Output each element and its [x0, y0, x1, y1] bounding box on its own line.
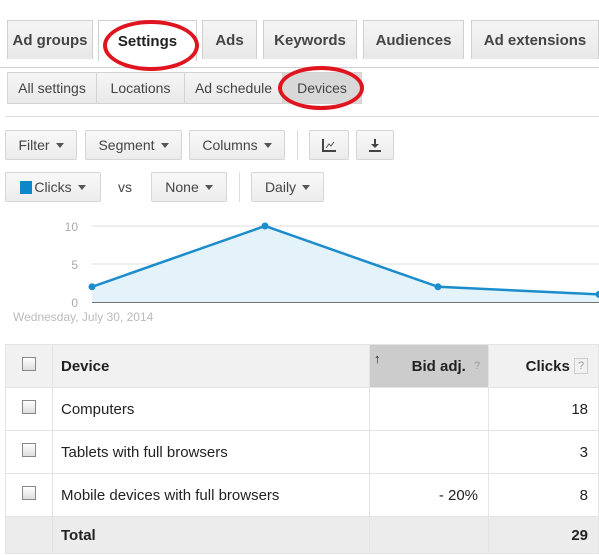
- subtab-locations[interactable]: Locations: [96, 72, 185, 104]
- data-point: [261, 222, 269, 230]
- device-cell: Mobile devices with full browsers: [52, 473, 370, 517]
- chart-toggle-button[interactable]: [309, 130, 349, 160]
- toolbar-separator: [297, 130, 298, 160]
- device-cell: Computers: [52, 387, 370, 431]
- filter-button[interactable]: Filter: [5, 130, 77, 160]
- tab-keywords[interactable]: Keywords: [263, 20, 357, 59]
- total-row: Total 29: [5, 516, 599, 554]
- caret-down-icon: [302, 184, 311, 190]
- column-header-clicks[interactable]: Clicks ?: [488, 344, 599, 388]
- total-label: Total: [52, 516, 370, 554]
- arrow-up-icon: ↑: [374, 351, 381, 366]
- y-tick-label: 0: [71, 296, 78, 310]
- tab-ad-groups[interactable]: Ad groups: [7, 20, 93, 59]
- filter-label: Filter: [18, 137, 50, 153]
- bid-adj-cell[interactable]: [369, 387, 489, 431]
- data-point: [88, 283, 96, 291]
- tab-divider: [0, 67, 599, 68]
- caret-down-icon: [263, 142, 272, 148]
- section-divider: [5, 116, 599, 117]
- period-label: Daily: [264, 179, 297, 195]
- data-point: [434, 283, 442, 291]
- select-all-checkbox[interactable]: [22, 357, 36, 371]
- subtab-ad-schedule[interactable]: Ad schedule: [184, 72, 283, 104]
- metric1-label: Clicks: [34, 179, 72, 195]
- segment-label: Segment: [98, 137, 155, 153]
- period-dropdown[interactable]: Daily: [251, 172, 324, 202]
- subtab-devices[interactable]: Devices: [282, 72, 362, 104]
- devices-table: Device ↑ Bid adj. ? Clicks ? Computers 18 …: [5, 344, 599, 554]
- column-header-bid-adj[interactable]: ↑ Bid adj. ?: [369, 344, 489, 388]
- bid-adj-cell[interactable]: [369, 430, 489, 474]
- bid-adj-label: Bid adj.: [411, 357, 466, 375]
- vs-label: vs: [118, 179, 132, 195]
- row-checkbox[interactable]: [22, 443, 36, 457]
- caret-down-icon: [77, 184, 86, 190]
- download-button[interactable]: [356, 130, 394, 160]
- clicks-cell: 18: [488, 387, 599, 431]
- table-row: Tablets with full browsers 3: [5, 430, 599, 474]
- bid-adj-cell[interactable]: - 20%: [369, 473, 489, 517]
- tab-ads[interactable]: Ads: [202, 20, 257, 59]
- row-checkbox[interactable]: [22, 486, 36, 500]
- column-header-device[interactable]: Device: [52, 344, 370, 388]
- metric2-dropdown[interactable]: None: [151, 172, 227, 202]
- help-icon[interactable]: ?: [574, 357, 588, 374]
- clicks-cell: 3: [488, 430, 599, 474]
- tab-settings[interactable]: Settings: [98, 20, 197, 61]
- clicks-cell: 8: [488, 473, 599, 517]
- table-header-row: Device ↑ Bid adj. ? Clicks ?: [5, 344, 599, 388]
- row-checkbox[interactable]: [22, 400, 36, 414]
- table-row: Mobile devices with full browsers - 20% 8: [5, 473, 599, 517]
- y-tick-label: 10: [65, 220, 79, 234]
- tab-ad-extensions[interactable]: Ad extensions: [471, 20, 599, 59]
- segment-button[interactable]: Segment: [85, 130, 182, 160]
- device-cell: Tablets with full browsers: [52, 430, 370, 474]
- controls-separator: [239, 172, 240, 202]
- metric2-label: None: [165, 179, 199, 195]
- caret-down-icon: [55, 142, 64, 148]
- total-clicks: 29: [488, 516, 599, 554]
- clicks-label: Clicks: [525, 357, 570, 375]
- chart-start-date: Wednesday, July 30, 2014: [13, 310, 154, 324]
- caret-down-icon: [160, 142, 169, 148]
- caret-down-icon: [204, 184, 213, 190]
- columns-button[interactable]: Columns: [189, 130, 285, 160]
- y-tick-label: 5: [71, 258, 78, 272]
- help-icon[interactable]: ?: [470, 357, 484, 374]
- metric1-dropdown[interactable]: Clicks: [5, 172, 101, 202]
- download-icon: [369, 139, 381, 152]
- line-chart-icon: [322, 139, 336, 152]
- tab-audiences[interactable]: Audiences: [363, 20, 464, 59]
- table-row: Computers 18: [5, 387, 599, 431]
- metric-color-swatch: [20, 180, 33, 194]
- subtab-all-settings[interactable]: All settings: [7, 72, 97, 104]
- columns-label: Columns: [202, 137, 258, 153]
